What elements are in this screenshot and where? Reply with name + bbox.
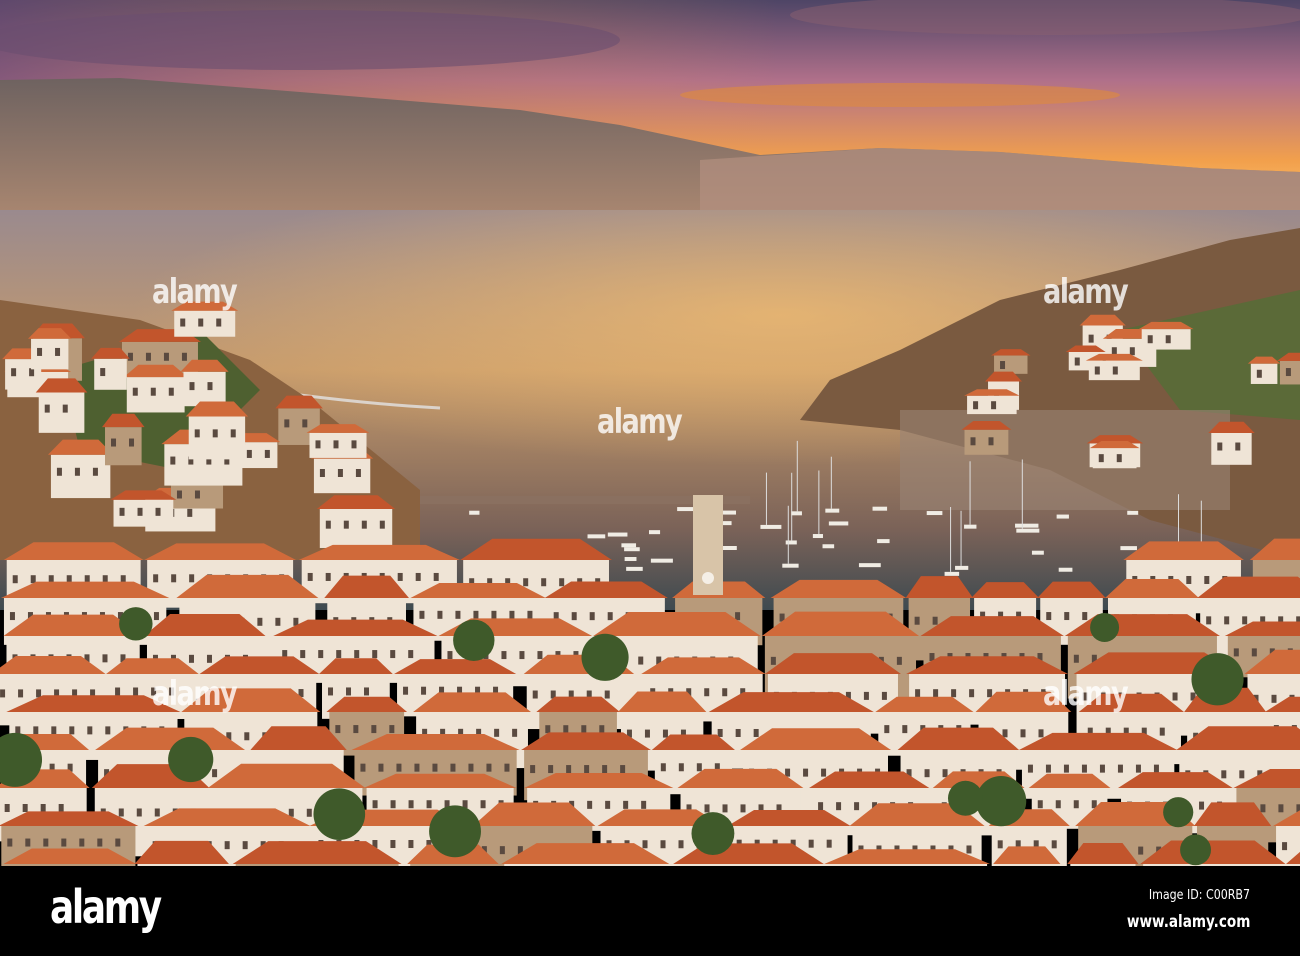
boat: [1120, 546, 1137, 551]
boat: [1058, 567, 1073, 572]
tree: [975, 776, 1027, 827]
house: [991, 349, 1031, 374]
boat: [782, 563, 799, 568]
boat: [1016, 528, 1040, 533]
boat: [648, 530, 661, 535]
house: [185, 401, 249, 460]
boat: [720, 546, 737, 551]
tree: [581, 633, 629, 681]
tree: [168, 736, 214, 783]
watermark: alamy: [152, 272, 238, 312]
boat: [785, 540, 797, 545]
boat: [624, 557, 637, 562]
house: [1085, 353, 1143, 381]
boat: [926, 511, 943, 516]
house: [1208, 421, 1255, 465]
footer-bar: alamy Image ID: C00RB7 www.alamy.com: [0, 866, 1300, 956]
boat: [1015, 523, 1039, 528]
house: [47, 439, 114, 499]
tree: [429, 805, 481, 858]
house: [1247, 356, 1281, 384]
site-url: www.alamy.com: [1126, 912, 1250, 932]
house: [91, 347, 130, 390]
boat: [828, 521, 849, 526]
house: [1138, 321, 1194, 350]
tree: [1191, 653, 1244, 706]
boat: [825, 508, 840, 513]
boat: [650, 558, 673, 563]
house: [961, 421, 1012, 455]
boat: [1127, 510, 1139, 515]
tree: [1090, 612, 1120, 642]
boat: [760, 524, 782, 529]
house: [28, 328, 72, 370]
watermark: alamy: [1043, 272, 1129, 312]
tree: [453, 619, 495, 661]
house: [316, 495, 396, 548]
boat: [872, 506, 888, 511]
house: [964, 389, 1020, 415]
house: [35, 378, 88, 433]
boat: [1056, 514, 1069, 519]
boat: [812, 534, 823, 539]
house: [110, 490, 177, 527]
tree: [1163, 797, 1194, 828]
boat: [1031, 550, 1044, 555]
tree: [947, 780, 983, 816]
boat: [624, 547, 640, 552]
boat: [858, 563, 881, 568]
boat: [877, 539, 890, 544]
boat: [587, 534, 606, 539]
house: [1089, 441, 1140, 469]
boat: [607, 532, 628, 537]
boat: [626, 566, 643, 571]
boat: [944, 571, 960, 576]
house: [306, 424, 370, 458]
tree: [1180, 834, 1212, 866]
tree: [691, 812, 735, 855]
boat: [791, 511, 802, 516]
boat: [964, 524, 977, 529]
watermark: alamy: [152, 674, 238, 714]
stock-photo: alamy alamy alamy alamy alamy alamy Imag…: [0, 0, 1300, 956]
watermark: alamy: [1043, 674, 1129, 714]
tree: [119, 607, 153, 641]
boat: [822, 544, 835, 549]
image-id: Image ID: C00RB7: [1148, 888, 1250, 903]
house: [102, 413, 145, 466]
house: [180, 359, 229, 407]
house: [123, 364, 188, 413]
boat: [469, 510, 480, 515]
tree: [313, 788, 366, 840]
alamy-logo: alamy: [50, 880, 162, 934]
watermark: alamy: [597, 402, 683, 442]
boat: [621, 543, 637, 548]
boat: [677, 507, 696, 512]
boat: [955, 565, 969, 570]
